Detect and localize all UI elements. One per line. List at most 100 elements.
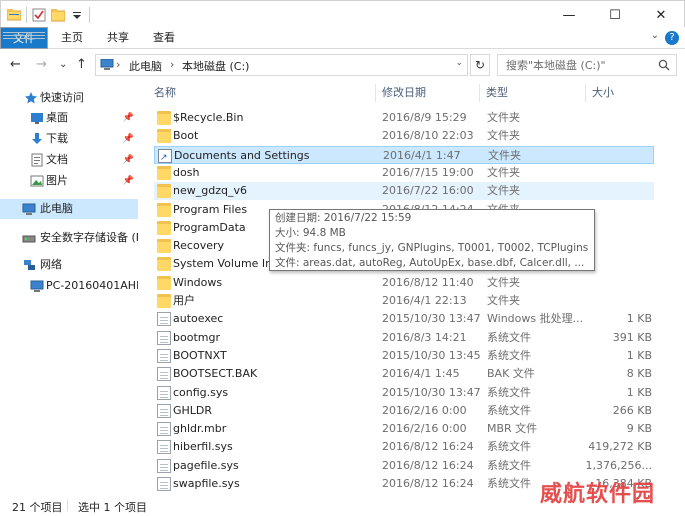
pin-icon[interactable]: 📌: [123, 129, 134, 149]
breadcrumb-this-pc[interactable]: 此电脑: [129, 58, 162, 74]
nav-quick-access[interactable]: 快速访问: [0, 88, 138, 108]
expand-ribbon-icon[interactable]: ⌄: [651, 30, 659, 41]
back-button[interactable]: ←: [10, 57, 21, 72]
file-date: 2016/8/12 11:40: [382, 275, 474, 289]
file-type: Windows 批处理...: [487, 312, 582, 326]
file-type: MBR 文件: [487, 422, 538, 436]
help-icon[interactable]: ?: [665, 31, 679, 45]
file-name: Documents and Settings: [174, 148, 310, 162]
file-row[interactable]: BOOTNXT 2015/10/30 13:45 系统文件 1 KB: [154, 347, 654, 365]
pin-icon[interactable]: 📌: [123, 171, 134, 191]
file-name: 用户: [173, 294, 195, 307]
column-divider[interactable]: [479, 84, 480, 102]
column-divider[interactable]: [585, 84, 586, 102]
file-name: bootmgr: [173, 330, 220, 344]
close-button[interactable]: ✕: [638, 1, 684, 29]
tab-view[interactable]: 查看: [144, 27, 184, 49]
file-date: 2016/7/22 16:00: [382, 184, 474, 198]
file-date: 2016/8/10 22:03: [382, 129, 474, 143]
watermark: 威航软件园: [540, 481, 656, 507]
column-header-size[interactable]: 大小: [592, 82, 614, 104]
file-icon: [157, 403, 171, 418]
file-type: 文件夹: [487, 294, 520, 307]
search-input[interactable]: [498, 55, 648, 75]
file-row[interactable]: GHLDR 2016/2/16 0:00 系统文件 266 KB: [154, 402, 654, 420]
file-date: 2016/7/15 19:00: [382, 165, 474, 179]
breadcrumb-separator: ›: [170, 58, 175, 71]
file-row[interactable]: Documents and Settings 2016/4/1 1:47 文件夹: [154, 145, 654, 167]
file-row[interactable]: dosh 2016/7/15 19:00 文件夹: [154, 164, 654, 182]
minimize-button[interactable]: —: [546, 1, 592, 29]
column-header-type[interactable]: 类型: [486, 82, 508, 104]
nav-network[interactable]: 网络: [0, 255, 138, 275]
nav-network-pc[interactable]: PC-20160401AHD: [0, 276, 138, 296]
file-row[interactable]: $Recycle.Bin 2016/8/9 15:29 文件夹: [154, 109, 654, 127]
nav-item-label: 此电脑: [40, 202, 73, 215]
nav-this-pc[interactable]: 此电脑: [0, 199, 138, 219]
column-header-date[interactable]: 修改日期: [382, 82, 426, 104]
file-name: autoexec: [173, 312, 224, 326]
new-folder-icon[interactable]: [50, 8, 66, 22]
file-name: pagefile.sys: [173, 458, 239, 472]
file-date: 2016/8/12 16:24: [382, 477, 474, 490]
breadcrumb-local-disk[interactable]: 本地磁盘 (C:): [182, 58, 249, 74]
recent-locations-button[interactable]: ⌄: [59, 59, 67, 70]
column-header-name[interactable]: 名称: [154, 82, 176, 104]
file-date: 2016/4/1 1:45: [382, 367, 460, 381]
file-row[interactable]: bootmgr 2016/8/3 14:21 系统文件 391 KB: [154, 329, 654, 347]
nav-desktop[interactable]: 桌面 📌: [0, 108, 138, 128]
nav-sd-card[interactable]: 安全数字存储设备 (F: [0, 228, 138, 248]
tab-share[interactable]: 共享: [98, 27, 138, 49]
file-row[interactable]: 用户 2016/4/1 22:13 文件夹: [154, 292, 654, 310]
pin-icon[interactable]: 📌: [123, 108, 134, 128]
file-row[interactable]: config.sys 2015/10/30 13:47 系统文件 1 KB: [154, 384, 654, 402]
search-box[interactable]: [497, 54, 677, 76]
file-type: 文件夹: [488, 148, 521, 162]
file-row[interactable]: BOOTSECT.BAK 2016/4/1 1:45 BAK 文件 8 KB: [154, 365, 654, 383]
file-row[interactable]: Boot 2016/8/10 22:03 文件夹: [154, 127, 654, 145]
file-row[interactable]: Windows 2016/8/12 11:40 文件夹: [154, 274, 654, 292]
forward-button[interactable]: →: [36, 57, 47, 72]
tab-file[interactable]: 文件: [0, 27, 48, 49]
nav-pictures[interactable]: 图片 📌: [0, 171, 138, 191]
file-date: 2015/10/30 13:47: [382, 385, 481, 399]
pin-icon[interactable]: 📌: [123, 150, 134, 170]
nav-documents[interactable]: 文档 📌: [0, 150, 138, 170]
file-row[interactable]: hiberfil.sys 2016/8/12 16:24 系统文件 419,272 K…: [154, 438, 654, 456]
refresh-button[interactable]: ↻: [470, 54, 490, 76]
nav-downloads[interactable]: 下载 📌: [0, 129, 138, 149]
quick-access-toolbar: [6, 7, 90, 23]
file-row[interactable]: pagefile.sys 2016/8/12 16:24 系统文件 1,376,256…: [154, 457, 654, 475]
maximize-button[interactable]: ☐: [592, 1, 638, 29]
sd-card-icon: [22, 231, 36, 245]
file-type: 系统文件: [487, 348, 531, 362]
explorer-app-icon[interactable]: [6, 8, 22, 22]
tooltip-files: 文件: areas.dat, autoReg, AutoUpEx, base.d…: [275, 257, 585, 269]
address-dropdown-icon[interactable]: ⌄: [455, 58, 463, 68]
folder-icon: [157, 111, 171, 125]
navigation-bar: ← → ⌄ ↑ › 此电脑 › 本地磁盘 (C:) ⌄ ↻: [0, 50, 685, 80]
file-row[interactable]: ghldr.mbr 2016/2/16 0:00 MBR 文件 9 KB: [154, 420, 654, 438]
file-list: ⌃ 名称 修改日期 类型 大小 $Recycle.Bin 2016/8/9 15:…: [142, 82, 685, 492]
file-type: 系统文件: [487, 458, 531, 472]
file-date: 2015/10/30 13:45: [382, 348, 481, 362]
column-divider[interactable]: [375, 84, 376, 102]
title-bar: — ☐ ✕: [0, 0, 685, 28]
customize-toolbar-icon[interactable]: [70, 8, 84, 22]
file-row[interactable]: autoexec 2015/10/30 13:47 Windows 批处理... 1 …: [154, 310, 654, 328]
file-date: 2015/10/30 13:47: [382, 312, 481, 326]
up-button[interactable]: ↑: [76, 57, 87, 72]
file-row[interactable]: new_gdzq_v6 2016/7/22 16:00 文件夹: [154, 182, 654, 201]
address-bar[interactable]: › 此电脑 › 本地磁盘 (C:) ⌄: [95, 54, 468, 76]
properties-icon[interactable]: [32, 8, 46, 22]
ribbon-tabs: 文件 主页 共享 查看 ⌄ ?: [0, 27, 685, 49]
nav-item-label: 快速访问: [40, 91, 84, 104]
search-icon[interactable]: [658, 59, 670, 71]
file-size: 419,272 KB: [588, 440, 652, 454]
tab-home[interactable]: 主页: [52, 27, 92, 49]
file-icon: [157, 422, 171, 437]
file-date: 2016/2/16 0:00: [382, 422, 467, 436]
file-date: 2016/8/3 14:21: [382, 330, 467, 344]
network-icon: [22, 258, 36, 272]
file-name: BOOTSECT.BAK: [173, 367, 258, 381]
